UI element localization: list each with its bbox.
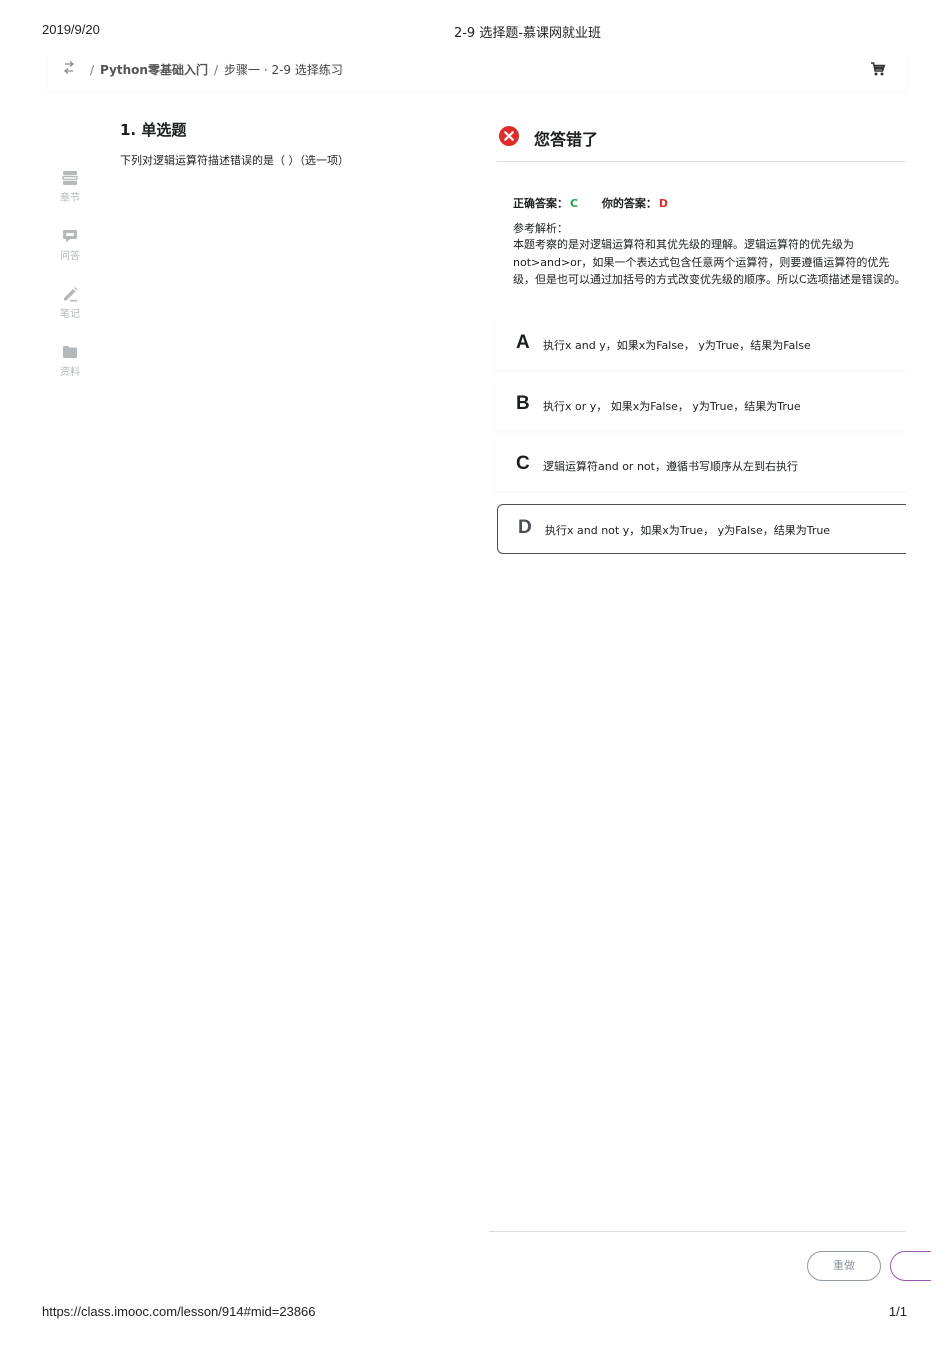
analysis-label: 参考解析： [513,222,568,235]
top-bar: / Python零基础入门 / 步骤一 · 2-9 选择练习 [48,52,906,90]
option-c[interactable]: C 逻辑运算符and or not，遵循书写顺序从左到右执行 [495,441,906,491]
sidebar-item-qa[interactable]: 问答 [50,227,90,262]
option-text: 执行x and y，如果x为False， y为True，结果为False [543,339,811,352]
option-d-selected[interactable]: D 执行x and not y，如果x为True， y为False，结果为Tru… [497,504,907,554]
result-header: 您答错了 [497,120,906,162]
next-button[interactable] [890,1251,931,1281]
option-letter: C [516,453,530,474]
sidebar-item-label: 笔记 [60,309,80,320]
option-a[interactable]: A 执行x and y，如果x为False， y为True，结果为False [495,320,906,370]
option-b[interactable]: B 执行x or y， 如果x为False， y为True，结果为True [495,381,906,431]
option-letter: A [516,332,530,353]
pencil-icon [64,287,78,302]
result-title: 您答错了 [534,130,599,149]
analysis-text: 本题考察的是对逻辑运算符和其优先级的理解。逻辑运算符的优先级为not>and>o… [513,238,906,286]
sidebar-item-label: 问答 [60,251,80,262]
correct-answer-value: C [570,197,579,210]
option-text: 逻辑运算符and or not，遵循书写顺序从左到右执行 [543,460,798,473]
footer-divider [489,1231,906,1232]
your-answer-label: 你的答案： [601,197,657,210]
breadcrumb-separator: / [90,63,95,77]
breadcrumb-lesson: 步骤一 · 2-9 选择练习 [224,63,343,77]
question-title: 1. 单选题 [120,121,187,139]
breadcrumb-course-link[interactable]: Python零基础入门 [100,63,208,77]
sidebar-item-label: 资料 [60,367,80,378]
chapter-list-icon [62,171,78,185]
cart-icon[interactable] [870,61,886,77]
print-page-number: 1/1 [888,1304,907,1319]
option-text: 执行x or y， 如果x为False， y为True，结果为True [543,400,801,413]
breadcrumb-separator: / [213,63,219,77]
page-clip [906,90,950,1290]
answer-summary: 正确答案： C 你的答案： D [513,195,668,211]
sidebar-item-materials[interactable]: 资料 [50,343,90,378]
sidebar-item-notes[interactable]: 笔记 [50,285,90,320]
question-text: 下列对逻辑运算符描述错误的是（ ）（选一项） [120,154,349,167]
your-answer-value: D [658,197,669,210]
qa-bubble-icon [63,230,77,243]
switch-arrows-icon[interactable] [62,60,76,76]
print-url: https://class.imooc.com/lesson/914#mid=2… [42,1304,316,1319]
wrong-answer-icon [499,126,519,146]
folder-icon [63,346,77,358]
redo-button[interactable]: 重做 [807,1251,881,1281]
option-text: 执行x and not y，如果x为True， y为False，结果为True [545,524,831,537]
breadcrumb: / Python零基础入门 / 步骤一 · 2-9 选择练习 [84,61,343,78]
option-letter: D [518,517,532,538]
option-letter: B [516,393,530,414]
correct-answer-label: 正确答案： [513,197,568,210]
print-title: 2-9 选择题-慕课网就业班 [453,26,602,41]
sidebar-item-chapters[interactable]: 章节 [50,169,90,204]
sidebar-item-label: 章节 [60,193,80,204]
